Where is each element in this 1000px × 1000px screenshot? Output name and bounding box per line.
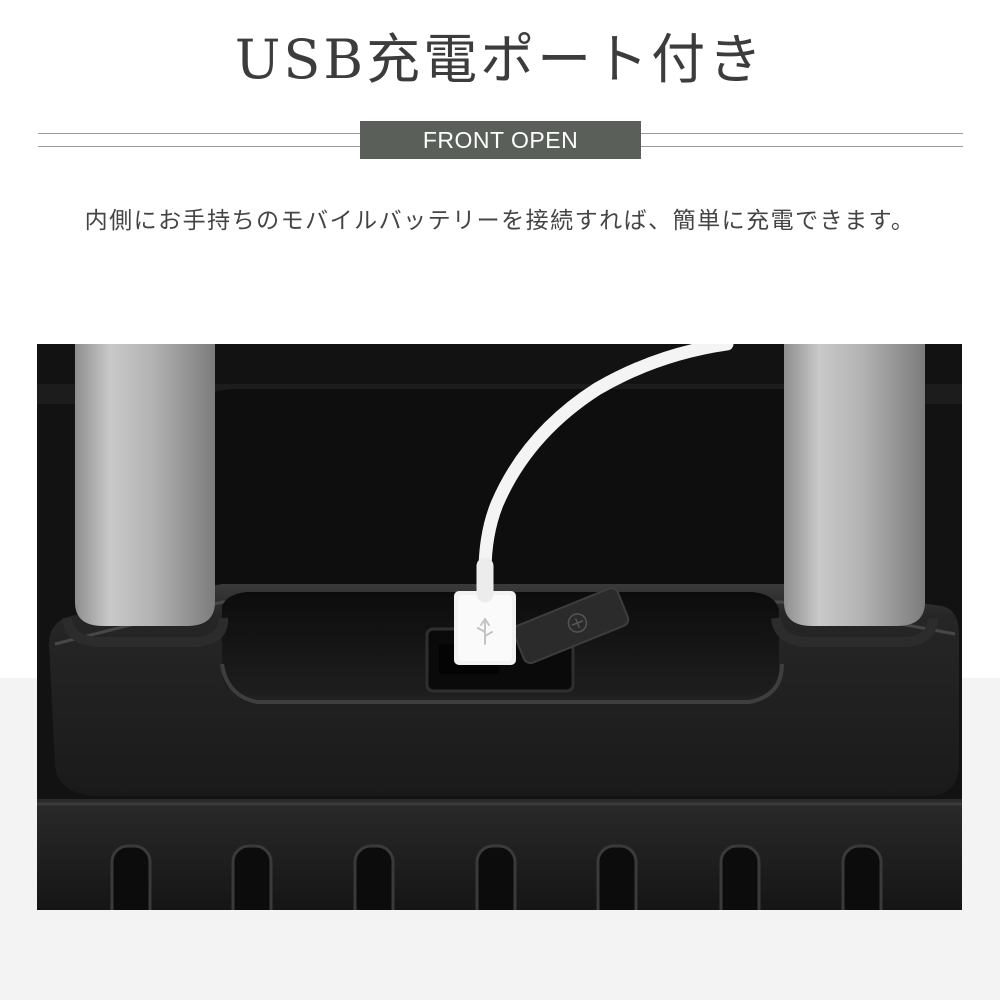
shell-rib — [719, 844, 761, 910]
divider-left-bottom — [38, 146, 360, 147]
product-photo — [37, 344, 962, 910]
description-text: 内側にお手持ちのモバイルバッテリーを接続すれば、簡単に充電できます。 — [84, 208, 916, 234]
shell-rib — [353, 844, 395, 910]
shell-rib — [475, 844, 517, 910]
left-handle-tube — [75, 344, 215, 626]
shell-rib — [231, 844, 273, 910]
right-handle-tube — [784, 344, 925, 626]
shell-rib — [110, 844, 152, 910]
page-title: USB充電ポート付き — [234, 28, 766, 91]
shell-rib — [596, 844, 638, 910]
divider-right-top — [641, 133, 963, 134]
divider-right-bottom — [641, 146, 963, 147]
shell-rib — [841, 844, 883, 910]
divider-left-top — [38, 133, 360, 134]
front-open-badge: FRONT OPEN — [360, 121, 641, 159]
